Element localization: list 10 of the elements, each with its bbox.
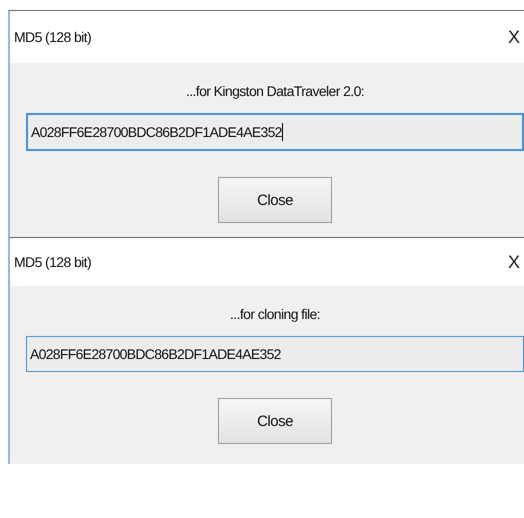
hash-label: ...for cloning file: [230, 306, 320, 322]
hash-field[interactable]: A028FF6E28700BDC86B2DF1ADE4AE352 [26, 336, 524, 372]
hash-label: ...for Kingston DataTraveler 2.0: [186, 83, 364, 99]
close-button[interactable]: X [504, 26, 524, 48]
close-button[interactable]: Close [218, 398, 332, 444]
hash-field[interactable]: A028FF6E28700BDC86B2DF1ADE4AE352 [26, 113, 524, 151]
close-button[interactable]: Close [218, 177, 332, 223]
window-title: MD5 (128 bit) [14, 29, 92, 45]
close-button[interactable]: X [504, 252, 524, 272]
window-title: MD5 (128 bit) [14, 254, 92, 270]
